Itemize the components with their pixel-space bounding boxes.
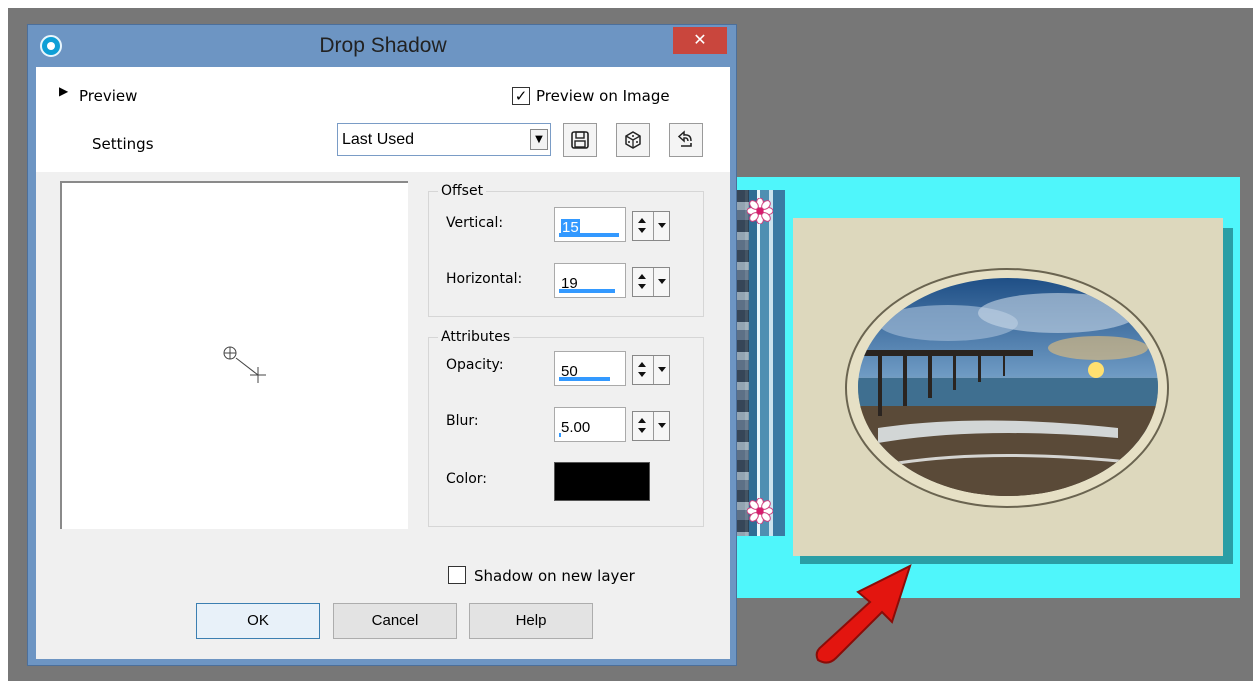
horizontal-label: Horizontal: bbox=[446, 271, 523, 287]
offset-crosshair-icon bbox=[223, 346, 266, 383]
vertical-slider-bar[interactable] bbox=[559, 233, 619, 237]
ok-button[interactable]: OK bbox=[196, 603, 320, 639]
preview-on-image-checkbox[interactable]: ✓ bbox=[512, 87, 530, 105]
reset-button[interactable] bbox=[669, 123, 703, 157]
cancel-button[interactable]: Cancel bbox=[333, 603, 457, 639]
dialog-body: ▶ Preview ✓ Preview on Image Settings La… bbox=[36, 67, 730, 659]
randomize-icon bbox=[625, 131, 641, 149]
horizontal-increment-icon[interactable] bbox=[634, 268, 651, 296]
preview-toggle-label[interactable]: Preview bbox=[79, 87, 137, 105]
flower-icon bbox=[747, 198, 773, 224]
red-arrow-icon bbox=[815, 564, 912, 664]
blur-input[interactable]: 5.00 bbox=[554, 407, 626, 442]
blur-slider-bar[interactable] bbox=[559, 433, 562, 437]
dialog-title: Drop Shadow bbox=[319, 34, 447, 57]
help-button[interactable]: Help bbox=[469, 603, 593, 639]
opacity-input[interactable]: 50 bbox=[554, 351, 626, 386]
settings-label: Settings bbox=[92, 135, 154, 153]
horizontal-spinner[interactable] bbox=[632, 267, 670, 297]
blur-label: Blur: bbox=[446, 413, 479, 429]
randomize-button[interactable] bbox=[616, 123, 650, 157]
vertical-increment-icon[interactable] bbox=[634, 212, 651, 240]
vertical-label: Vertical: bbox=[446, 215, 504, 231]
settings-dropdown[interactable]: Last Used ▼ bbox=[337, 123, 551, 156]
horizontal-slider-bar[interactable] bbox=[559, 289, 615, 293]
vertical-spinner[interactable] bbox=[632, 211, 670, 241]
blur-value: 5.00 bbox=[561, 419, 591, 436]
opacity-increment-icon[interactable] bbox=[634, 356, 651, 384]
blur-spinner[interactable] bbox=[632, 411, 670, 441]
color-label: Color: bbox=[446, 471, 488, 487]
opacity-spinner[interactable] bbox=[632, 355, 670, 385]
offset-preview-pane[interactable] bbox=[60, 181, 408, 529]
shadow-on-new-layer-label[interactable]: Shadow on new layer bbox=[474, 567, 635, 585]
close-button[interactable]: ✕ bbox=[673, 27, 727, 54]
expand-triangle-icon[interactable]: ▶ bbox=[59, 84, 68, 98]
settings-selected-value: Last Used bbox=[342, 131, 415, 148]
settings-header: ▶ Preview ✓ Preview on Image Settings La… bbox=[36, 67, 730, 172]
blur-increment-icon[interactable] bbox=[634, 412, 651, 440]
horizontal-dropdown-icon[interactable] bbox=[653, 268, 671, 296]
opacity-slider-bar[interactable] bbox=[559, 377, 611, 381]
offset-group-title: Offset bbox=[438, 183, 487, 199]
flower-icon bbox=[747, 498, 773, 524]
save-icon bbox=[571, 131, 589, 149]
save-preset-button[interactable] bbox=[563, 123, 597, 157]
shadow-color-swatch[interactable] bbox=[554, 462, 650, 501]
preview-on-image-label[interactable]: Preview on Image bbox=[536, 87, 670, 105]
shadow-on-new-layer-checkbox[interactable] bbox=[448, 566, 466, 584]
chevron-down-icon[interactable]: ▼ bbox=[530, 129, 548, 150]
opacity-dropdown-icon[interactable] bbox=[653, 356, 671, 384]
attributes-group-title: Attributes bbox=[438, 329, 514, 345]
vertical-dropdown-icon[interactable] bbox=[653, 212, 671, 240]
opacity-label: Opacity: bbox=[446, 357, 504, 373]
pier-sunset-photo bbox=[858, 278, 1158, 496]
reset-icon bbox=[677, 130, 692, 147]
vertical-input[interactable]: 15 bbox=[554, 207, 626, 242]
blur-dropdown-icon[interactable] bbox=[653, 412, 671, 440]
title-bar[interactable]: Drop Shadow ✕ bbox=[28, 25, 736, 67]
decorative-strip-shade bbox=[735, 190, 749, 536]
drop-shadow-dialog: Drop Shadow ✕ ▶ Preview ✓ Preview on Ima… bbox=[27, 24, 737, 666]
horizontal-input[interactable]: 19 bbox=[554, 263, 626, 298]
